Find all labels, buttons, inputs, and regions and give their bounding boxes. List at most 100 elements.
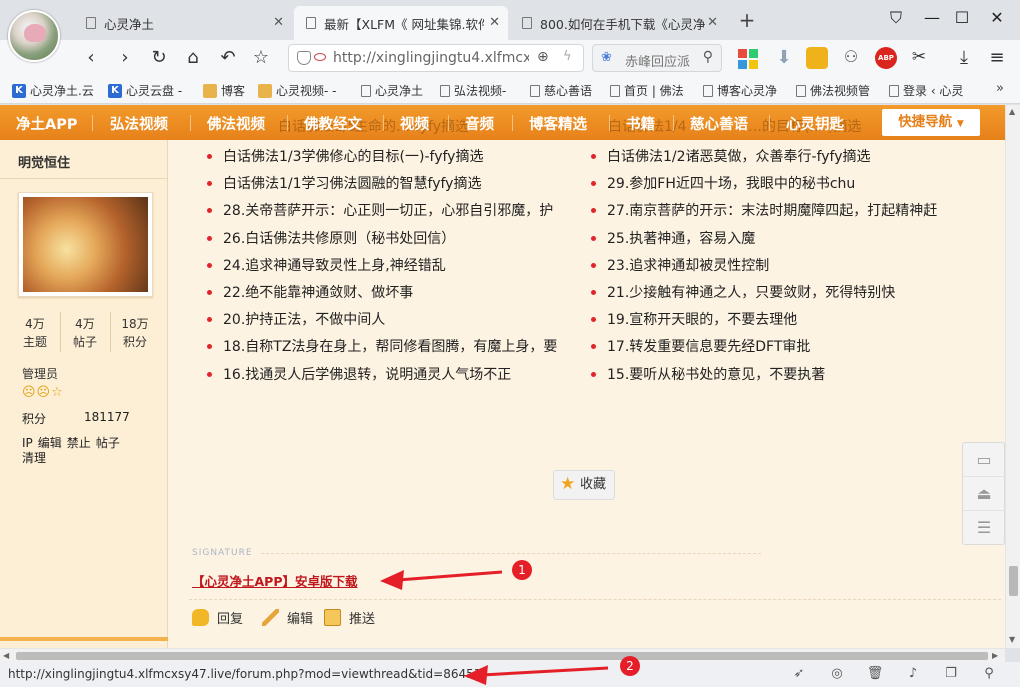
zoom-icon[interactable]: ⚲ — [980, 666, 998, 684]
lightning-icon[interactable]: ϟ — [563, 49, 572, 64]
adblock-icon[interactable]: ABP — [875, 47, 897, 69]
downloads-icon[interactable]: ⤓ — [953, 47, 975, 69]
horizontal-scrollbar[interactable]: ◀ ▶ — [0, 648, 1005, 662]
post-link[interactable]: 白话佛法1/2诸恶莫做，众善奉行-fyfy摘选 — [589, 146, 959, 173]
scroll-thumb[interactable] — [1009, 566, 1018, 596]
nav-item[interactable]: 弘法视频 — [110, 113, 168, 134]
search-input[interactable]: 赤峰回应派 — [625, 51, 695, 70]
edit-user-link[interactable]: 编辑 — [38, 436, 62, 450]
posts-link[interactable]: 帖子 — [96, 436, 120, 450]
scroll-left-icon[interactable]: ◀ — [3, 651, 9, 660]
apps-grid-icon[interactable] — [738, 47, 760, 69]
post-link[interactable]: 白话佛法1/1学习佛法圆融的智慧fyfy摘选 — [205, 173, 577, 200]
maximize-button[interactable]: ☐ — [950, 8, 974, 28]
address-input[interactable]: http://xinglingjingtu4.xlfmcxs — [333, 50, 529, 66]
search-box[interactable]: ❀ 赤峰回应派 ⚲ — [592, 44, 722, 72]
undo-close-icon[interactable]: ↶ — [215, 45, 241, 71]
nav-item[interactable]: 心灵钥匙 — [786, 113, 844, 134]
user-role[interactable]: 管理员 — [22, 365, 58, 382]
post-link[interactable]: 28.关帝菩萨开示：心正则一切正，心邪自引邪魔，护 — [205, 200, 577, 227]
tab-3[interactable]: 800.如何在手机下载《心灵净 ✕ — [510, 6, 726, 40]
post-link[interactable]: 白话佛法1/3学佛修心的目标(一)-fyfy摘选 — [205, 146, 577, 173]
window-icon[interactable]: ❐ — [942, 666, 960, 684]
bookmark-item[interactable]: K 心灵云盘 - — [108, 82, 182, 99]
menu-icon[interactable]: ≡ — [986, 47, 1008, 69]
nav-item[interactable]: 佛教经文 — [304, 113, 362, 134]
post-link[interactable]: 17.转发重要信息要先经DFT审批 — [589, 336, 959, 363]
post-link[interactable]: 29.参加FH近四十场，我眼中的秘书chu — [589, 173, 959, 200]
post-link[interactable]: 24.追求神通导致灵性上身,神经错乱 — [205, 255, 577, 282]
bookmark-item[interactable]: 心灵视频- - — [258, 82, 336, 99]
bookmark-star-icon[interactable]: ☆ — [248, 45, 274, 71]
back-to-top-icon[interactable]: ⏏ — [963, 477, 1005, 511]
favorite-button[interactable]: ★ 收藏 — [553, 470, 615, 500]
close-icon[interactable]: ✕ — [489, 15, 500, 30]
list-icon[interactable]: ☰ — [963, 511, 1005, 545]
post-link[interactable]: 21.少接触有神通之人，只要敛财，死得特别快 — [589, 282, 959, 309]
scissors-icon[interactable]: ✂ — [908, 47, 930, 69]
tab-1[interactable]: 心灵净土 ✕ — [74, 6, 292, 40]
reply-button[interactable]: 回复 — [192, 608, 243, 627]
close-icon[interactable]: ✕ — [273, 15, 284, 30]
push-button[interactable]: 推送 — [324, 608, 375, 627]
post-link[interactable]: 25.执著神通，容易入魔 — [589, 228, 959, 255]
username[interactable]: 明觉恒住 — [18, 152, 70, 171]
back-button[interactable]: ‹ — [78, 45, 104, 71]
scroll-up-icon[interactable]: ▲ — [1009, 107, 1015, 116]
post-link[interactable]: 23.追求神通却被灵性控制 — [589, 255, 959, 282]
nav-item[interactable]: 书籍 — [626, 113, 655, 134]
post-link[interactable]: 22.绝不能靠神通敛财、做坏事 — [205, 282, 577, 309]
bookmark-item[interactable]: 登录 ‹ 心灵 — [889, 82, 963, 99]
profile-avatar[interactable] — [8, 10, 60, 62]
stat-topics[interactable]: 4万 主题 — [10, 315, 60, 351]
skin-icon[interactable]: ⛉ — [884, 8, 908, 28]
post-link[interactable]: 27.南京菩萨的开示：末法时期魔障四起，打起精神赶 — [589, 200, 959, 227]
nav-item[interactable]: 佛法视频 — [207, 113, 265, 134]
nav-item[interactable]: 净土APP — [16, 113, 77, 134]
clean-link[interactable]: 清理 — [22, 451, 46, 465]
minimize-button[interactable]: — — [920, 8, 944, 28]
more-bookmarks-icon[interactable]: » — [996, 81, 1004, 96]
bookmark-item[interactable]: K 心灵净土.云 — [12, 82, 94, 99]
nav-item[interactable]: 音频 — [465, 113, 494, 134]
ip-link[interactable]: IP — [22, 436, 33, 450]
bookmark-item[interactable]: 博客 — [203, 82, 245, 99]
reload-button[interactable]: ↻ — [146, 45, 172, 71]
stat-posts[interactable]: 4万 帖子 — [60, 315, 110, 351]
bookmark-item[interactable]: 弘法视频- — [440, 82, 506, 99]
new-tab-button[interactable]: + — [736, 8, 758, 32]
bookmark-item[interactable]: 首页 | 佛法 — [610, 82, 684, 99]
nav-item[interactable]: 慈心善语 — [690, 113, 748, 134]
speedup-icon[interactable]: ◎ — [828, 666, 846, 684]
tab-2[interactable]: 最新【XLFM《 网址集锦.软件 ✕ — [294, 6, 508, 40]
gamepad-icon[interactable]: ⚇ — [840, 47, 862, 69]
scroll-thumb[interactable] — [16, 652, 988, 660]
bookmark-item[interactable]: 博客心灵净 — [703, 82, 777, 99]
volume-icon[interactable]: ♪ — [904, 666, 922, 684]
trash-icon[interactable]: 🗑 — [866, 666, 884, 684]
post-link[interactable]: 20.护持正法，不做中间人 — [205, 309, 577, 336]
search-page-icon[interactable]: ⊕ — [537, 49, 549, 65]
bookmark-item[interactable]: 心灵净土 — [361, 82, 423, 99]
tiger-extension-icon[interactable] — [806, 47, 828, 69]
user-avatar[interactable] — [18, 192, 153, 297]
download-tool-icon[interactable]: ⬇ — [773, 47, 795, 69]
close-window-button[interactable]: ✕ — [985, 8, 1009, 28]
signature-link[interactable]: 【心灵净土APP】安卓版下载 — [192, 571, 358, 590]
scroll-right-icon[interactable]: ▶ — [992, 651, 998, 660]
bookmark-item[interactable]: 慈心善语 — [530, 82, 592, 99]
post-link[interactable]: 26.白话佛法共修原则（秘书处回信） — [205, 228, 577, 255]
vertical-scrollbar[interactable]: ▲ ▼ — [1005, 105, 1020, 648]
post-link[interactable]: 15.要听从秘书处的意见，不要执著 — [589, 364, 959, 391]
close-icon[interactable]: ✕ — [707, 15, 718, 30]
comment-icon[interactable]: ▭ — [963, 443, 1005, 477]
edit-button[interactable]: 编辑 — [262, 608, 313, 627]
ban-link[interactable]: 禁止 — [67, 436, 91, 450]
nav-item[interactable]: 博客精选 — [529, 113, 587, 134]
rocket-icon[interactable]: ➶ — [790, 666, 808, 684]
search-icon[interactable]: ⚲ — [703, 49, 713, 65]
post-link[interactable]: 19.宣称开天眼的，不要去理他 — [589, 309, 959, 336]
forward-button[interactable]: › — [112, 45, 138, 71]
quick-nav-button[interactable]: 快捷导航 ▼ — [882, 109, 980, 136]
post-link[interactable]: 16.找通灵人后学佛退转，说明通灵人气场不正 — [205, 364, 577, 391]
